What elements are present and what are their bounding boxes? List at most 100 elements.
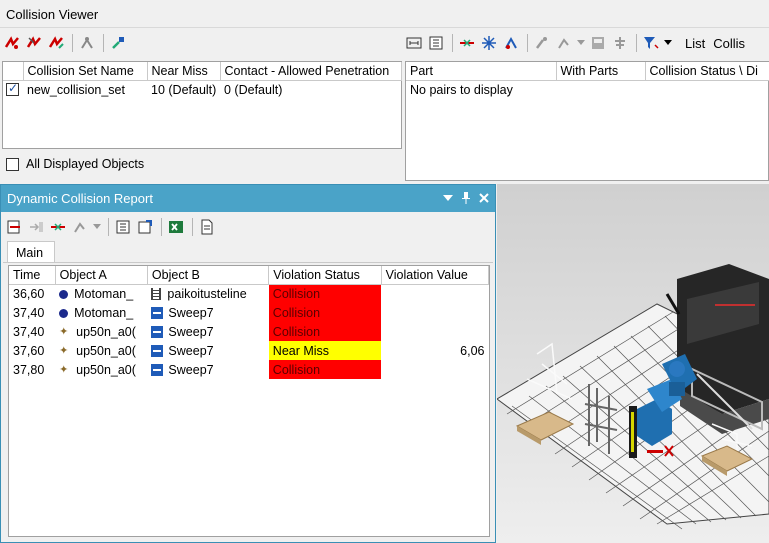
pin-button[interactable] [610,33,630,53]
column-header-near-miss[interactable]: Near Miss [147,62,221,81]
violation-value-cell[interactable] [381,360,488,379]
report-row[interactable]: 37,80 ✦ up50n_a0(Sweep7 Collision [9,360,489,379]
edit-collision-set-button[interactable] [46,33,66,53]
pairs-view-button[interactable] [404,33,424,53]
violation-status-cell[interactable]: Collision [268,303,382,322]
pairs-view-icon [406,37,422,49]
panel-menu-chevron-down-icon[interactable] [441,190,455,206]
column-header-violation-status[interactable]: Violation Status [268,266,382,285]
filter-button[interactable] [641,33,661,53]
object-b-cell[interactable]: Sweep7 [147,341,268,360]
object-a-cell[interactable]: Motoman_ [55,284,147,303]
show-collisions-button[interactable] [48,217,68,237]
column-header-with-parts[interactable]: With Parts [556,62,646,81]
export-report-button[interactable] [4,217,24,237]
time-cell[interactable]: 37,60 [9,341,55,360]
object-a-cell[interactable]: ✦ up50n_a0( [55,360,147,379]
violation-status-cell[interactable]: Collision [268,360,382,379]
sweep-icon [151,307,164,320]
violation-value-cell[interactable] [381,322,488,341]
all-displayed-objects-checkbox[interactable] [6,157,19,171]
tab-main[interactable]: Main [7,241,55,263]
report-list-button[interactable] [113,217,133,237]
collision-set-header-row: Collision Set Name Near Miss Contact - A… [3,62,402,81]
violation-status-cell[interactable]: Collision [268,284,382,303]
import-icon [30,222,43,232]
time-cell[interactable]: 37,40 [9,322,55,341]
collision-set-checkbox[interactable] [6,81,19,97]
report-header-row: Time Object A Object B Violation Status … [9,266,490,285]
report-settings-icon [138,220,152,234]
robot-options-button[interactable] [70,217,90,237]
all-displayed-objects-option[interactable]: All Displayed Objects [6,157,144,171]
report-row[interactable]: 37,40 ✦ up50n_a0(Sweep7 Collision [9,322,489,341]
options-chevron-down-icon[interactable] [576,33,586,53]
collision-arrows-icon [460,39,474,47]
column-header-time[interactable]: Time [9,266,56,285]
pin-panel-icon[interactable] [459,190,473,206]
object-a-cell[interactable]: ✦ up50n_a0( [55,322,147,341]
collision-options-button[interactable] [77,33,97,53]
robot-arm-icon: ✦ [59,364,69,377]
robot-options-chevron-down-icon[interactable] [92,217,102,237]
pairs-list-button[interactable] [426,33,446,53]
object-b-cell[interactable]: Sweep7 [147,303,268,322]
highlight-pairs-button[interactable] [501,33,521,53]
show-collision-button[interactable] [457,33,477,53]
near-miss-cell[interactable]: 10 (Default) [147,80,220,99]
collision-set-checkbox-cell[interactable] [3,80,23,99]
list-label[interactable]: List [685,36,705,51]
emphasize-button[interactable] [532,33,552,53]
report-row[interactable]: 37,40 Motoman_ Sweep7 Collision [9,303,489,322]
violation-status-cell[interactable]: Collision [268,322,382,341]
3d-viewport[interactable] [497,184,769,543]
close-panel-icon[interactable] [477,190,491,206]
column-header-part[interactable]: Part [406,62,557,81]
tab-divider [3,262,493,263]
contact-cell[interactable]: 0 (Default) [220,80,401,99]
column-header-object-a[interactable]: Object A [55,266,148,285]
toolbar-separator [72,34,73,52]
column-header-collision-set-name[interactable]: Collision Set Name [23,62,148,81]
time-cell[interactable]: 37,80 [9,360,55,379]
object-a-cell[interactable]: Motoman_ [55,303,147,322]
new-collision-set-button[interactable] [2,33,22,53]
report-icon [592,37,604,49]
column-header-object-b[interactable]: Object B [147,266,270,285]
column-header-violation-value[interactable]: Violation Value [381,266,490,285]
column-header-collision-status[interactable]: Collision Status \ Di [645,62,769,81]
delete-collision-set-button[interactable] [24,33,44,53]
collision-set-row[interactable]: new_collision_set 10 (Default) 0 (Defaul… [3,80,401,99]
object-a-cell[interactable]: ✦ up50n_a0( [55,341,147,360]
toolbar-separator [108,218,109,236]
report-settings-button[interactable] [135,217,155,237]
freeze-button[interactable] [479,33,499,53]
report-list-icon [116,220,130,234]
collision-arrows-icon [51,223,65,231]
column-header-contact[interactable]: Contact - Allowed Penetration [220,62,402,81]
object-a-label: up50n_a0( [76,324,136,339]
report-row[interactable]: 36,60 Motoman_ paikoitusteline Collision [9,284,489,303]
violation-value-cell[interactable] [381,303,488,322]
collision-properties-button[interactable] [108,33,128,53]
object-b-label: Sweep7 [168,305,214,320]
import-button[interactable] [26,217,46,237]
report-button[interactable] [588,33,608,53]
object-b-cell[interactable]: paikoitusteline [147,284,268,303]
fixture-icon [151,288,162,301]
export-excel-button[interactable] [166,217,186,237]
options-dropdown-button[interactable] [554,33,574,53]
object-b-cell[interactable]: Sweep7 [147,322,268,341]
time-cell[interactable]: 36,60 [9,284,55,303]
time-cell[interactable]: 37,40 [9,303,55,322]
filter-chevron-down-icon[interactable] [663,33,673,53]
violation-status-cell[interactable]: Near Miss [268,341,382,360]
toolbar-separator [192,218,193,236]
report-row[interactable]: 37,60 ✦ up50n_a0(Sweep7 Near Miss 6,06 [9,341,489,360]
collision-report-table: Time Object A Object B Violation Status … [8,265,490,537]
report-document-button[interactable] [197,217,217,237]
collision-set-name-cell[interactable]: new_collision_set [23,80,147,99]
violation-value-cell[interactable] [381,284,488,303]
object-b-cell[interactable]: Sweep7 [147,360,268,379]
violation-value-cell[interactable]: 6,06 [381,341,488,360]
